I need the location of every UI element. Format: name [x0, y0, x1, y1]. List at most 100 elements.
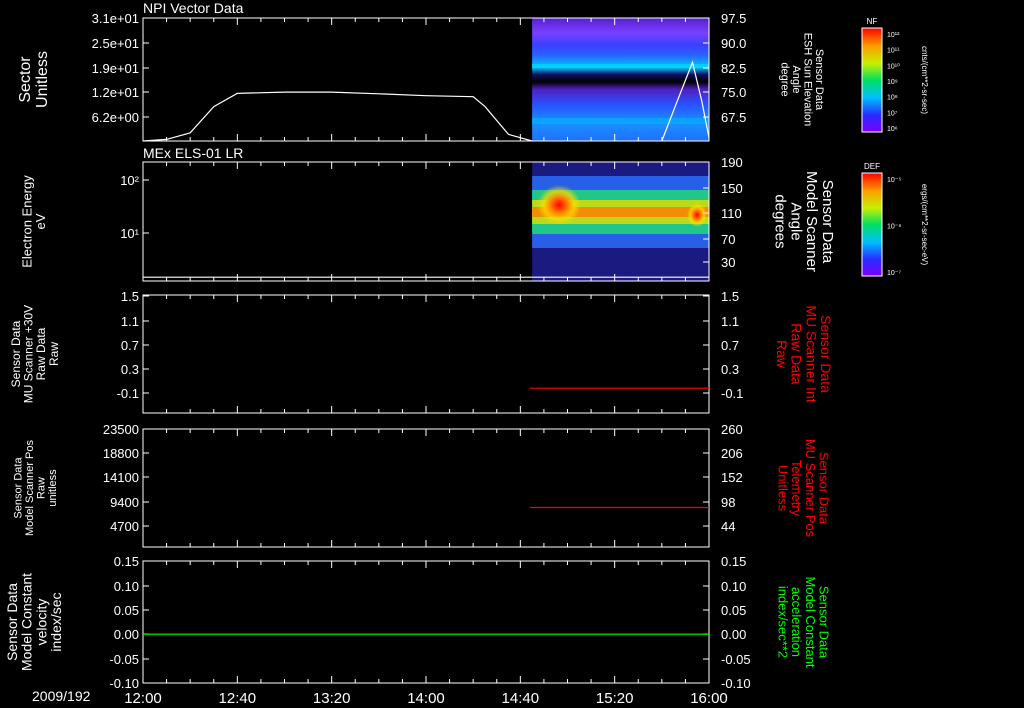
colorbar-tick: 10¹⁰ [887, 62, 900, 70]
y-tick-label-right: 44 [721, 519, 735, 534]
y-tick-label: 2.5e+01 [92, 36, 139, 51]
y-tick-label-right: 1.5 [721, 289, 739, 304]
colorbar-tick: 10¹¹ [887, 48, 900, 55]
colorbar-def [862, 173, 882, 276]
y-tick-label-right: 70 [721, 232, 735, 247]
y-tick-label: 3.1e+01 [92, 11, 139, 26]
y-tick-label-right: 30 [721, 255, 735, 270]
date-label: 2009/192 [32, 688, 91, 704]
y-tick-label-right: 0.05 [721, 603, 746, 618]
panel-3-frame [142, 294, 710, 414]
y-tick-label-right: 90.0 [721, 36, 746, 51]
x-tick-label: 16:00 [690, 690, 728, 707]
colorbar-units: cnts/(cm**2-sr-sec) [920, 46, 929, 114]
y-tick-label: 0.3 [121, 362, 139, 377]
spectrogram-band [532, 64, 709, 68]
colorbar-tag: DEF [864, 162, 880, 171]
colorbar-tick: 10⁻⁷ [887, 270, 901, 277]
y-tick-label-right: 98 [721, 495, 735, 510]
y-tick-label-right: 0.7 [721, 338, 739, 353]
y-axis-title-left: Sensor Data [4, 583, 20, 661]
y-axis-title-right: degree [779, 62, 791, 96]
colorbar-nf [862, 28, 882, 132]
y-axis-title-right: Sensor Data [813, 49, 825, 111]
y-axis-title-left: eV [33, 213, 48, 229]
panel-5-frame [142, 560, 710, 684]
y-axis-title-right: Angle [790, 65, 802, 93]
y-tick-label-right: -0.1 [721, 386, 743, 401]
y-tick-label-right: 190 [721, 155, 743, 170]
y-tick-label: 0.00 [114, 627, 139, 642]
y-axis-title-left: velocity [33, 599, 49, 646]
y-tick-label: 10² [120, 173, 139, 188]
spectrogram-band [532, 118, 709, 124]
spectrogram-hotspot [687, 203, 707, 227]
y-tick-label: 1.1 [121, 314, 139, 329]
colorbar-tick: 10⁹ [887, 79, 898, 86]
y-tick-label: 14100 [103, 470, 139, 485]
y-tick-label: 6.2e+00 [92, 110, 139, 125]
y-tick-label-right: 97.5 [721, 11, 746, 26]
y-tick-label-right: 152 [721, 470, 743, 485]
y-tick-label-right: -0.10 [721, 676, 751, 691]
y-axis-title-right: Model Scanner [803, 171, 820, 272]
y-tick-label: 1.2e+01 [92, 85, 139, 100]
x-tick-label: 13:20 [313, 690, 351, 707]
y-axis-title-right: Raw [774, 340, 790, 369]
colorbar-tick: 10⁻⁶ [887, 224, 901, 231]
y-tick-label-right: 0.15 [721, 554, 746, 569]
y-tick-label: 23500 [103, 422, 139, 437]
colorbar-tick: 10⁷ [887, 110, 898, 117]
y-tick-label-right: 0.10 [721, 579, 746, 594]
y-tick-label-right: 0.3 [721, 362, 739, 377]
colorbar-tick: 10⁶ [887, 126, 898, 133]
y-axis-title-right: ESH Sun Elevation [802, 33, 814, 127]
y-tick-label: 0.15 [114, 554, 139, 569]
panel-4-frame [142, 428, 710, 548]
y-axis-title-left: Sector [17, 56, 34, 103]
panel1-title: NPI Vector Data [143, 0, 244, 16]
y-tick-label: 9400 [110, 495, 139, 510]
y-axis-title-left: Model Constant [19, 573, 35, 671]
y-axis-title-right: degrees [772, 194, 789, 248]
x-tick-label: 14:00 [407, 690, 445, 707]
y-tick-label: 1.5 [121, 289, 139, 304]
x-tick-label: 14:40 [502, 690, 540, 707]
y-axis-title-left: Raw [36, 477, 48, 499]
y-tick-label-right: 82.5 [721, 61, 746, 76]
y-tick-label-right: 206 [721, 446, 743, 461]
colorbar-tick: 10⁸ [887, 95, 898, 102]
y-axis-title-right: Unitless [776, 465, 791, 512]
spectrogram-hotspot [537, 185, 582, 225]
y-tick-label: 18800 [103, 446, 139, 461]
x-tick-label: 15:20 [596, 690, 634, 707]
y-tick-label-right: 110 [721, 206, 742, 221]
y-axis-title-right: Raw Data [789, 323, 805, 385]
y-tick-label-right: -0.05 [721, 652, 751, 667]
y-axis-title-left: Sensor Data [13, 457, 25, 519]
y-tick-label-right: 0.00 [721, 627, 746, 642]
y-axis-title-left: Raw [47, 342, 61, 366]
x-tick-label: 12:00 [124, 690, 162, 707]
y-tick-label: -0.05 [109, 652, 139, 667]
y-tick-label: 1.9e+01 [92, 61, 139, 76]
y-axis-title-left: unitless [47, 469, 59, 507]
y-tick-label: 0.7 [121, 338, 139, 353]
x-tick-label: 12:40 [219, 690, 257, 707]
y-tick-label: 10¹ [120, 226, 139, 241]
y-axis-title-left: index/sec [48, 592, 64, 651]
y-tick-label-right: 1.1 [721, 314, 739, 329]
y-tick-label: 0.05 [114, 603, 139, 618]
y-axis-title-right: index/sec**2 [776, 586, 791, 658]
y-tick-label: 0.10 [114, 579, 139, 594]
y-axis-title-right: Sensor Data [818, 315, 834, 393]
series-line-panel1-1 [142, 91, 533, 142]
y-tick-label: 4700 [110, 519, 139, 534]
multi-panel-plot: 3.1e+01 2.5e+01 1.9e+01 1.2e+01 6.2e+00 97.5 9… [4, 11, 929, 707]
panel2-title: MEx ELS-01 LR [143, 145, 244, 161]
y-tick-label-right: 260 [721, 422, 743, 437]
y-axis-title-right: MU Scanner Int [803, 305, 819, 402]
colorbar-tick: 10¹² [887, 32, 900, 39]
y-tick-label-right: 67.5 [721, 110, 746, 125]
colorbar-tick: 10⁻⁵ [887, 177, 901, 184]
